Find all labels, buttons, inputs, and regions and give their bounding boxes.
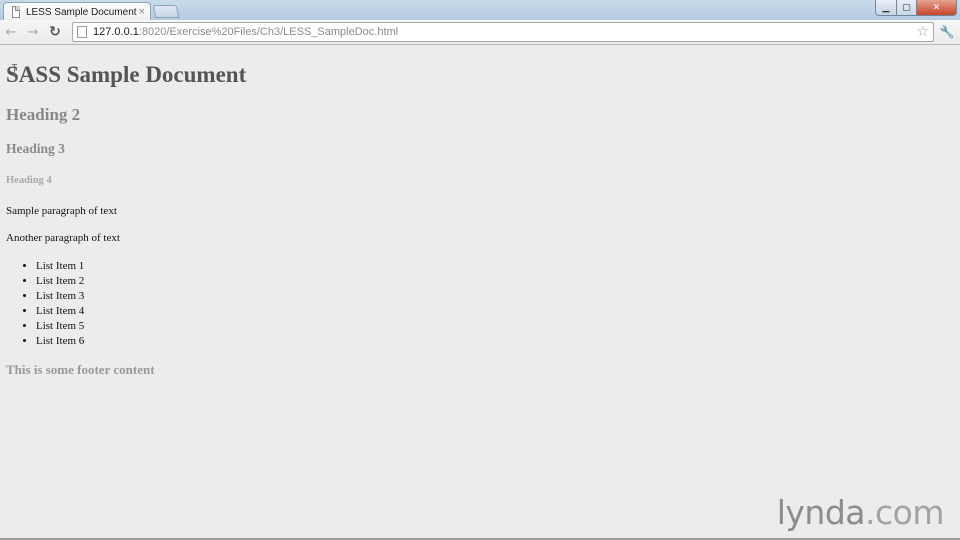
heading-2: Heading 2 [6,105,81,124]
list-item: List Item 4 [36,304,84,319]
tab-title: LESS Sample Document [25,6,137,18]
heading-4: Heading 4 [6,175,52,186]
page-icon [12,6,20,18]
watermark-suffix: .com [865,493,944,532]
reload-button[interactable]: ↻ [44,21,66,43]
watermark-brand: lynda [776,493,866,532]
window-controls: ▁ ▢ ✕ [875,0,957,16]
close-window-button[interactable]: ✕ [917,0,957,16]
title-bar: LESS Sample Document × ▁ ▢ ✕ [0,0,960,21]
back-button[interactable]: ← [0,21,22,43]
browser-toolbar: ← → ↻ 127.0.0.1:8020/Exercise%20Files/Ch… [0,20,960,45]
new-tab-button[interactable] [152,5,180,18]
maximize-button[interactable]: ▢ [897,0,917,16]
footer-text: This is some footer content [6,362,155,377]
bookmark-star-icon[interactable]: ☆ [916,24,929,40]
address-bar[interactable]: 127.0.0.1:8020/Exercise%20Files/Ch3/LESS… [72,22,934,42]
list-item: List Item 5 [36,319,84,334]
url-text: 127.0.0.1:8020/Exercise%20Files/Ch3/LESS… [93,26,398,38]
list-item: List Item 6 [36,334,84,349]
text-cursor-icon [12,64,17,77]
lynda-watermark: lynda.com [776,493,945,532]
url-path: :8020/Exercise%20Files/Ch3/LESS_SampleDo… [138,26,399,38]
paragraph-2: Another paragraph of text [6,232,120,244]
page-icon [77,26,87,38]
list-item: List Item 2 [36,274,84,289]
paragraph-1: Sample paragraph of text [6,205,117,217]
bullet-list: List Item 1 List Item 2 List Item 3 List… [36,259,84,349]
forward-button[interactable]: → [22,21,44,43]
url-host: 127.0.0.1 [93,26,139,38]
close-tab-icon[interactable]: × [137,7,147,17]
list-item: List Item 3 [36,289,84,304]
browser-tab[interactable]: LESS Sample Document × [3,2,151,21]
heading-1: SASS Sample Document [6,62,247,87]
page-viewport: SASS Sample Document Heading 2 Heading 3… [0,46,960,538]
list-item: List Item 1 [36,259,84,274]
minimize-button[interactable]: ▁ [875,0,897,16]
heading-3: Heading 3 [6,141,65,156]
wrench-menu-icon[interactable]: 🔧 [938,23,956,41]
